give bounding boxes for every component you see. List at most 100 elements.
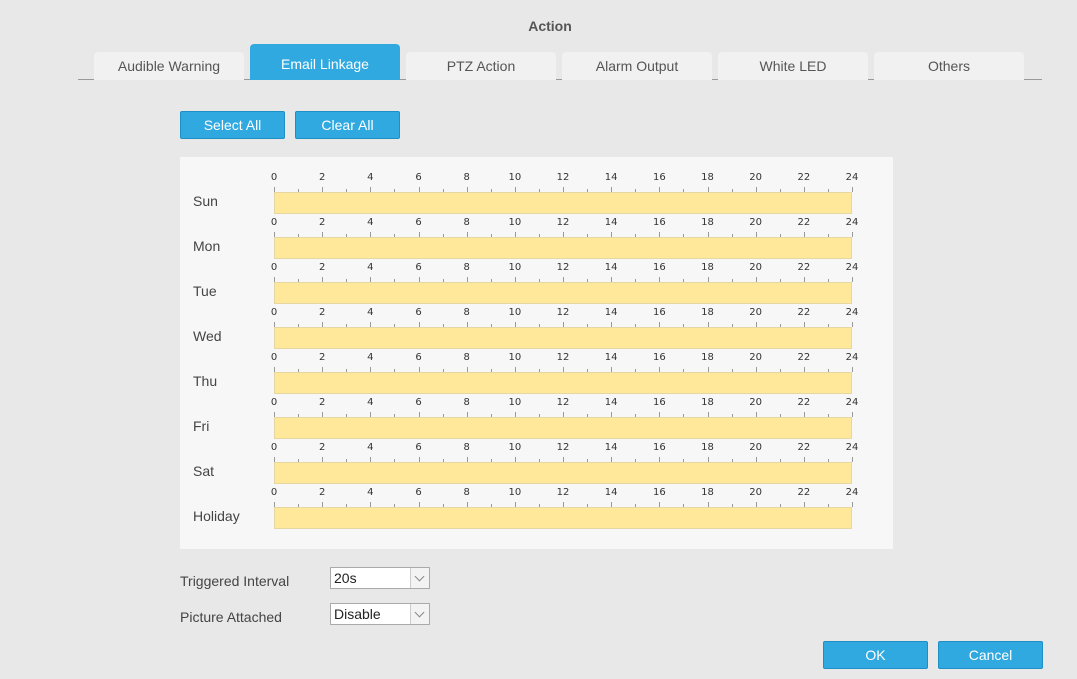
hour-tick-label: 24: [845, 352, 859, 363]
hour-tick: [852, 277, 853, 282]
hour-tick-label: 10: [508, 307, 522, 318]
hour-tick-label: 4: [367, 442, 374, 453]
schedule-row-holiday: Holiday 0 2 4 6 8 10 12 14 16 18 20 22 24: [180, 472, 893, 529]
hour-tick-label: 0: [270, 397, 278, 408]
hour-tick-label: 2: [318, 487, 326, 498]
hour-tick-label: 16: [652, 307, 666, 318]
tab-white-led[interactable]: White LED: [718, 52, 868, 80]
hour-tick-label: 20: [749, 172, 763, 183]
hour-tick: [852, 322, 853, 327]
schedule-row-sun: Sun 0 2 4 6 8 10 12 14 16 18 20 22 24: [180, 157, 893, 214]
hour-tick-label: 8: [463, 397, 470, 408]
schedule-bar-holiday[interactable]: [274, 507, 852, 529]
hour-tick-label: 4: [367, 307, 374, 318]
hour-tick-label: 10: [508, 217, 522, 228]
hour-tick-label: 24: [845, 307, 859, 318]
hour-tick-label: 6: [415, 217, 422, 228]
hour-ruler: 0 2 4 6 8 10 12 14 16 18 20 22 24: [271, 217, 858, 237]
hour-tick-label: 0: [270, 262, 278, 273]
hour-tick-label: 12: [556, 442, 570, 453]
hour-tick-label: 4: [367, 217, 374, 228]
hour-tick-label: 4: [367, 172, 374, 183]
tab-ptz-action[interactable]: PTZ Action: [406, 52, 556, 80]
chevron-down-icon[interactable]: [410, 604, 429, 624]
hour-tick-label: 10: [508, 262, 522, 273]
hour-tick-label: 16: [652, 352, 666, 363]
hour-tick-label: 18: [701, 442, 714, 453]
clear-all-button[interactable]: Clear All: [295, 111, 400, 139]
hour-tick-label: 20: [749, 442, 763, 453]
hour-tick-label: 4: [367, 397, 374, 408]
hour-tick-label: 2: [318, 352, 326, 363]
tab-alarm-output[interactable]: Alarm Output: [562, 52, 712, 80]
hour-tick-label: 18: [701, 352, 714, 363]
hour-tick-label: 2: [318, 397, 326, 408]
hour-tick: [852, 502, 853, 507]
hour-tick-label: 6: [415, 172, 422, 183]
tab-email-linkage[interactable]: Email Linkage: [250, 44, 400, 80]
hour-tick-label: 16: [652, 442, 666, 453]
hour-ruler: 0 2 4 6 8 10 12 14 16 18 20 22 24: [270, 172, 858, 192]
hour-tick-label: 0: [270, 442, 278, 453]
schedule-row-tue: Tue 0 2 4 6 8 10 12 14 16 18 20 22 24: [180, 247, 893, 304]
hour-tick-label: 0: [270, 487, 278, 498]
hour-tick-label: 18: [701, 487, 714, 498]
chevron-down-icon[interactable]: [410, 568, 429, 588]
picture-attached-select[interactable]: Disable: [330, 603, 430, 625]
hour-tick-label: 22: [797, 217, 811, 228]
hour-tick-label: 18: [701, 172, 714, 183]
schedule-row-sat: Sat 0 2 4 6 8 10 12 14 16 18 20 22 24: [180, 427, 893, 484]
hour-tick-label: 10: [508, 487, 522, 498]
hour-tick-label: 20: [749, 217, 763, 228]
page-title: Action: [528, 18, 572, 34]
hour-tick-label: 14: [604, 487, 618, 498]
hour-tick-label: 2: [318, 307, 326, 318]
hour-tick-label: 2: [318, 442, 326, 453]
hour-tick-label: 20: [749, 307, 763, 318]
hour-tick: [852, 187, 853, 192]
hour-tick-label: 8: [463, 307, 470, 318]
hour-tick-label: 14: [604, 442, 618, 453]
hour-tick-label: 14: [604, 352, 618, 363]
hour-tick: [852, 412, 853, 417]
tab-audible-warning[interactable]: Audible Warning: [94, 52, 244, 80]
hour-tick-label: 20: [749, 487, 763, 498]
triggered-interval-select[interactable]: 20s: [330, 567, 430, 589]
hour-tick-label: 8: [463, 262, 470, 273]
hour-tick-label: 22: [797, 397, 811, 408]
hour-tick-label: 12: [556, 307, 570, 318]
schedule-row-mon: Mon 0 2 4 6 8 10 12 14 16 18 20 22 24: [180, 202, 893, 259]
hour-tick-label: 24: [845, 397, 859, 408]
ok-button[interactable]: OK: [823, 641, 928, 669]
hour-tick-label: 12: [556, 262, 570, 273]
hour-tick-label: 6: [415, 262, 422, 273]
schedule-row-fri: Fri 0 2 4 6 8 10 12 14 16 18 20 22 24: [180, 382, 893, 439]
hour-tick-label: 20: [749, 352, 763, 363]
hour-tick-label: 18: [701, 217, 714, 228]
hour-tick-label: 22: [797, 352, 811, 363]
hour-tick-label: 2: [318, 172, 326, 183]
hour-ruler: 0 2 4 6 8 10 12 14 16 18 20 22 24: [270, 397, 858, 417]
hour-tick-label: 12: [556, 352, 570, 363]
hour-tick-label: 18: [701, 262, 714, 273]
action-tabs: Audible Warning Email Linkage PTZ Action…: [78, 44, 1042, 80]
hour-tick-label: 20: [749, 397, 763, 408]
hour-tick-label: 6: [415, 307, 422, 318]
picture-attached-label: Picture Attached: [180, 609, 282, 625]
hour-tick-label: 0: [270, 172, 278, 183]
hour-tick-label: 16: [652, 262, 666, 273]
hour-tick-label: 22: [797, 307, 811, 318]
triggered-interval-label: Triggered Interval: [180, 573, 290, 589]
hour-tick-label: 24: [845, 442, 859, 453]
hour-tick-label: 22: [797, 487, 811, 498]
weekly-schedule: Sun 0 2 4 6 8 10 12 14 16 18 20 22 24 Mon 0 2 4 6 8 10 12 14 16…: [180, 157, 893, 549]
hour-tick: [852, 457, 853, 462]
hour-tick-label: 0: [270, 307, 278, 318]
hour-tick-label: 8: [463, 487, 470, 498]
hour-tick-label: 14: [604, 397, 618, 408]
hour-tick-label: 2: [318, 262, 326, 273]
schedule-row-wed: Wed 0 2 4 6 8 10 12 14 16 18 20 22 24: [180, 292, 893, 349]
cancel-button[interactable]: Cancel: [938, 641, 1043, 669]
tab-others[interactable]: Others: [874, 52, 1024, 80]
select-all-button[interactable]: Select All: [180, 111, 285, 139]
